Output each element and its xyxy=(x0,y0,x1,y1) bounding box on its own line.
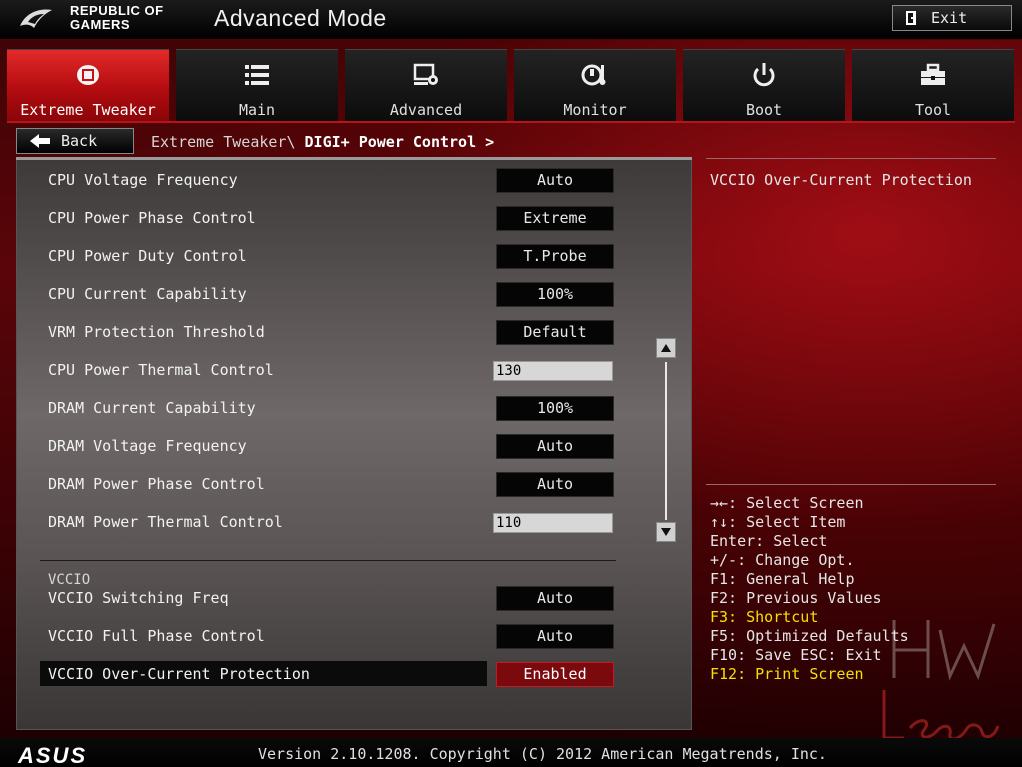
shortcut-item: →←: Select Screen xyxy=(710,494,864,512)
main-tabs: Extreme Tweaker Main Advanced Monitor Bo… xyxy=(7,49,1015,121)
setting-value-dropdown[interactable]: Auto xyxy=(496,168,614,193)
tab-boot[interactable]: Boot xyxy=(683,49,845,121)
monitor-icon xyxy=(581,64,606,86)
shortcut-item: ↑↓: Select Item xyxy=(710,513,846,531)
breadcrumb-path[interactable]: Extreme Tweaker\ xyxy=(151,133,305,151)
exit-label: Exit xyxy=(931,9,968,27)
setting-value-dropdown[interactable]: Auto xyxy=(496,586,614,611)
advanced-icon xyxy=(413,63,438,85)
breadcrumb-current: DIGI+ Power Control > xyxy=(304,133,495,151)
section-divider xyxy=(40,560,616,561)
setting-label: VCCIO Over-Current Protection xyxy=(48,665,310,683)
setting-value-dropdown[interactable]: Default xyxy=(496,320,614,345)
breadcrumb: Extreme Tweaker\ DIGI+ Power Control > xyxy=(151,133,494,151)
tool-icon xyxy=(921,63,945,85)
setting-label: DRAM Voltage Frequency xyxy=(48,437,247,455)
scrollbar-track[interactable] xyxy=(665,362,667,520)
tabs-divider xyxy=(7,121,1015,123)
setting-label: VCCIO Switching Freq xyxy=(48,589,229,607)
setting-value-dropdown[interactable]: Auto xyxy=(496,472,614,497)
back-button[interactable]: Back xyxy=(16,128,134,154)
setting-value-input[interactable]: 130 xyxy=(493,361,613,381)
power-icon xyxy=(753,63,775,87)
help-divider-top xyxy=(706,158,996,159)
brand-logo: REPUBLIC OF GAMERS xyxy=(70,4,190,32)
tab-main[interactable]: Main xyxy=(176,49,338,121)
door-icon xyxy=(906,11,916,25)
arrow-up-icon xyxy=(661,344,671,352)
setting-value-dropdown[interactable]: Auto xyxy=(496,624,614,649)
panel-top-border xyxy=(16,157,692,160)
setting-value-dropdown[interactable]: Auto xyxy=(496,434,614,459)
back-arrow-icon xyxy=(30,134,50,148)
setting-label: CPU Power Thermal Control xyxy=(48,361,274,379)
version-text: Version 2.10.1208. Copyright (C) 2012 Am… xyxy=(258,745,827,763)
setting-label: VCCIO Full Phase Control xyxy=(48,627,265,645)
tweaker-icon xyxy=(77,65,99,85)
arrow-down-icon xyxy=(661,528,671,536)
list-icon xyxy=(245,65,269,85)
tab-advanced[interactable]: Advanced xyxy=(345,49,507,121)
setting-label: VRM Protection Threshold xyxy=(48,323,265,341)
brand-line1: REPUBLIC OF xyxy=(70,3,164,18)
exit-button[interactable]: Exit xyxy=(892,5,1012,31)
tab-tool[interactable]: Tool xyxy=(852,49,1014,121)
section-heading: VCCIO xyxy=(48,572,91,588)
setting-label: DRAM Power Phase Control xyxy=(48,475,265,493)
asus-logo: ASUS xyxy=(18,743,88,767)
scroll-up-button[interactable] xyxy=(656,338,676,358)
help-title: VCCIO Over-Current Protection xyxy=(710,171,972,189)
rog-eye-icon xyxy=(20,9,52,28)
scroll-down-button[interactable] xyxy=(656,522,676,542)
back-label: Back xyxy=(61,132,98,150)
shortcut-item: +/-: Change Opt. xyxy=(710,551,855,569)
brand-line2: GAMERS xyxy=(70,17,131,32)
setting-value-dropdown[interactable]: 100% xyxy=(496,282,614,307)
setting-value-input[interactable]: 110 xyxy=(493,513,613,533)
setting-value-dropdown[interactable]: 100% xyxy=(496,396,614,421)
tab-label: Main xyxy=(238,101,276,119)
setting-label: CPU Power Duty Control xyxy=(48,247,247,265)
tab-label: Advanced xyxy=(389,101,463,119)
tab-extreme-tweaker[interactable]: Extreme Tweaker xyxy=(7,49,169,121)
shortcut-item: Enter: Select xyxy=(710,532,828,550)
tab-label: Extreme Tweaker xyxy=(20,101,156,119)
setting-label: DRAM Power Thermal Control xyxy=(48,513,283,531)
setting-label: CPU Current Capability xyxy=(48,285,247,303)
tab-label: Boot xyxy=(745,101,783,119)
page-title: Advanced Mode xyxy=(214,5,387,31)
setting-label: CPU Voltage Frequency xyxy=(48,171,238,189)
setting-label: DRAM Current Capability xyxy=(48,399,256,417)
help-divider-bottom xyxy=(706,484,996,485)
setting-value-dropdown[interactable]: T.Probe xyxy=(496,244,614,269)
setting-label: CPU Power Phase Control xyxy=(48,209,256,227)
setting-value-dropdown[interactable]: Extreme xyxy=(496,206,614,231)
tab-monitor[interactable]: Monitor xyxy=(514,49,676,121)
watermark-logo xyxy=(882,620,1000,741)
tab-label: Monitor xyxy=(563,101,627,119)
setting-value-dropdown[interactable]: Enabled xyxy=(496,662,614,687)
tab-label: Tool xyxy=(914,101,952,119)
shortcut-item: F1: General Help xyxy=(710,570,855,588)
